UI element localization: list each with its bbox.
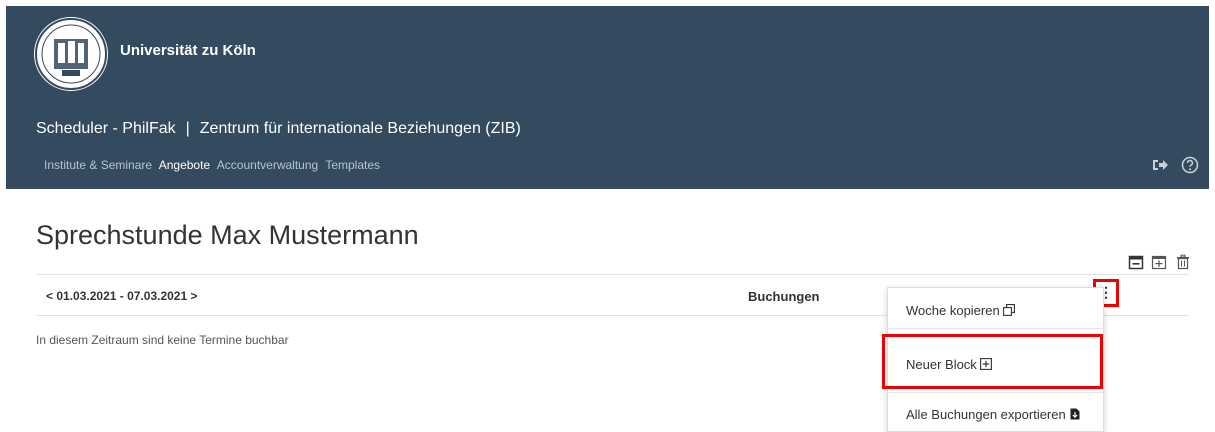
menu-item-copy-week[interactable]: Woche kopieren [888,288,1103,329]
help-icon[interactable] [1181,156,1199,174]
department-name: Zentrum für internationale Beziehungen (… [199,120,521,137]
university-name: Universität zu Köln [120,42,256,59]
plus-square-icon [979,358,992,370]
nav-item-templates[interactable]: Templates [325,158,380,172]
calendar-plus-icon[interactable] [1151,254,1167,270]
menu-item-label: Woche kopieren [906,303,1000,318]
logout-icon[interactable] [1151,156,1169,174]
bookings-column-header: Buchungen [748,289,820,304]
page-title: Sprechstunde Max Mustermann [36,220,419,250]
week-range: < 01.03.2021 - 07.03.2021 > [46,289,198,303]
nav-item-accountverwaltung[interactable]: Accountverwaltung [217,158,318,172]
header-icons [1143,156,1199,179]
app-title: Scheduler - PhilFak | Zentrum für internat… [36,120,521,138]
nav-item-institute[interactable]: Institute & Seminare [44,158,152,172]
app-name: Scheduler - PhilFak [36,120,176,137]
calendar-minus-icon[interactable] [1128,254,1144,270]
menu-item-export-bookings[interactable]: Alle Buchungen exportieren [888,392,1103,432]
next-week-button[interactable]: > [190,289,197,303]
menu-item-label: Alle Buchungen exportieren [906,407,1066,422]
block-actions [1128,254,1194,275]
nav-item-angebote[interactable]: Angebote [159,158,210,172]
menu-item-new-block[interactable]: Neuer Block [888,340,1103,388]
empty-state-message: In diesem Zeitraum sind keine Termine bu… [36,333,289,347]
copy-icon [1002,304,1015,316]
university-seal-logo [34,17,108,91]
prev-week-button[interactable]: < [46,289,53,303]
options-dropdown-menu: Woche kopieren Neuer Block Alle Buchunge… [887,287,1104,432]
week-range-label: 01.03.2021 - 07.03.2021 [56,289,188,303]
file-export-icon [1069,408,1081,420]
title-separator: | [185,120,190,137]
trash-icon[interactable] [1175,254,1191,270]
app-header: Universität zu Köln Scheduler - PhilFak |… [6,6,1209,189]
menu-item-label: Neuer Block [906,357,977,372]
main-nav: Institute & Seminare Angebote Accountver… [44,158,384,172]
